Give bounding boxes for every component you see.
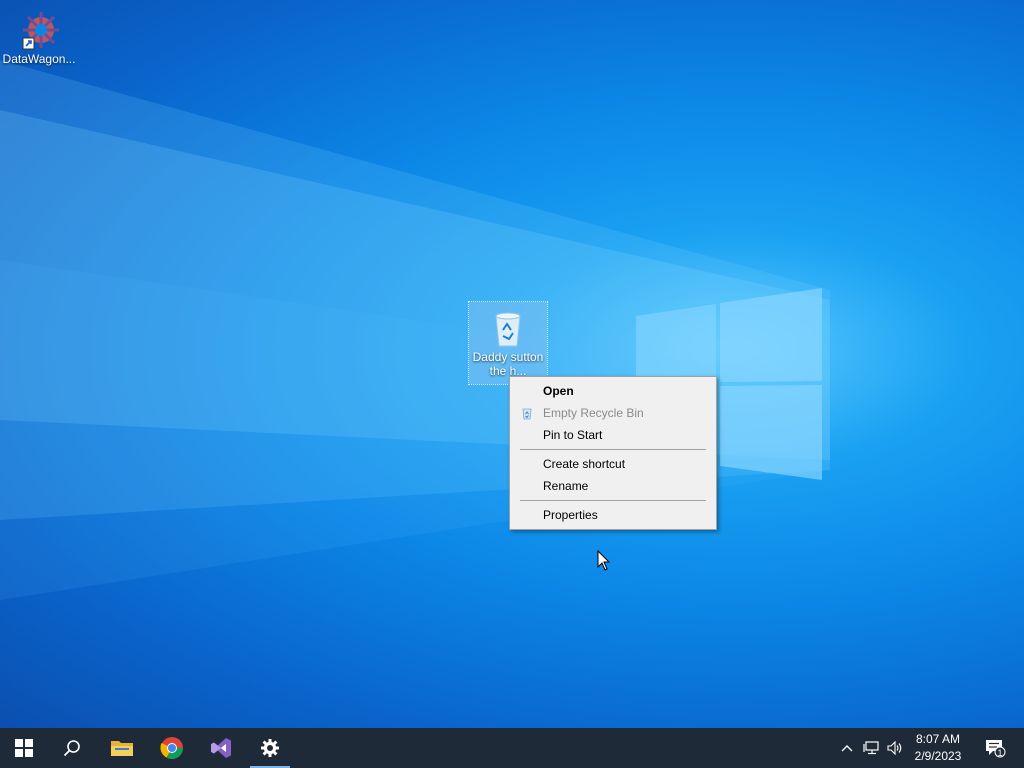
start-button[interactable] xyxy=(0,728,48,768)
chevron-up-icon xyxy=(841,745,853,752)
volume-tray-button[interactable] xyxy=(884,728,906,768)
menu-item-pin-to-start[interactable]: Pin to Start xyxy=(510,424,716,446)
clock-time: 8:07 AM xyxy=(915,732,961,746)
taskbar: 8:07 AM 2/9/2023 1 xyxy=(0,728,1024,768)
desktop-icon-label: Daddy sutton the h... xyxy=(472,350,544,378)
clock-date: 2/9/2023 xyxy=(914,749,962,763)
gear-shortcut-icon xyxy=(22,12,59,50)
menu-item-label: Open xyxy=(543,384,574,398)
visual-studio-button[interactable] xyxy=(197,728,245,768)
search-button[interactable] xyxy=(48,728,96,768)
context-menu: Open Empty Recycle Bin Pin to Start Crea… xyxy=(509,376,717,530)
gear-icon xyxy=(261,739,279,757)
recycle-bin-icon xyxy=(522,408,532,420)
file-explorer-button[interactable] xyxy=(98,728,146,768)
menu-item-create-shortcut[interactable]: Create shortcut xyxy=(510,453,716,475)
network-tray-button[interactable] xyxy=(860,728,882,768)
settings-button[interactable] xyxy=(246,728,294,768)
menu-separator xyxy=(520,500,706,501)
clock-button[interactable]: 8:07 AM 2/9/2023 xyxy=(908,731,968,765)
network-icon xyxy=(863,741,879,755)
menu-item-properties[interactable]: Properties xyxy=(510,504,716,526)
desktop[interactable]: DataWagon... Daddy sutton the h... Open … xyxy=(0,0,1024,728)
mouse-cursor-icon xyxy=(597,550,611,571)
menu-item-label: Empty Recycle Bin xyxy=(543,406,644,420)
show-hidden-icons-button[interactable] xyxy=(838,728,856,768)
desktop-icon-datawagon[interactable]: DataWagon... xyxy=(0,8,78,66)
menu-item-label: Properties xyxy=(543,508,598,522)
menu-separator xyxy=(520,449,706,450)
recycle-bin-icon xyxy=(495,312,521,347)
menu-item-label: Pin to Start xyxy=(543,428,603,442)
action-center-button[interactable]: 1 xyxy=(978,728,1012,768)
chrome-icon xyxy=(160,737,183,759)
folder-icon xyxy=(111,741,133,756)
speaker-icon xyxy=(887,741,902,755)
menu-item-label: Rename xyxy=(543,479,589,493)
windows-icon xyxy=(15,739,33,757)
desktop-icon-label: DataWagon... xyxy=(2,52,76,66)
menu-item-empty-recycle-bin: Empty Recycle Bin xyxy=(510,402,716,424)
menu-item-label: Create shortcut xyxy=(543,457,626,471)
desktop-icon-recycle-bin[interactable]: Daddy sutton the h... xyxy=(468,301,548,385)
menu-item-rename[interactable]: Rename xyxy=(510,475,716,497)
notification-count-badge: 1 xyxy=(997,748,1003,758)
search-icon xyxy=(63,740,80,757)
menu-item-open[interactable]: Open xyxy=(510,380,716,402)
visual-studio-icon xyxy=(211,738,231,758)
chrome-button[interactable] xyxy=(148,728,196,768)
